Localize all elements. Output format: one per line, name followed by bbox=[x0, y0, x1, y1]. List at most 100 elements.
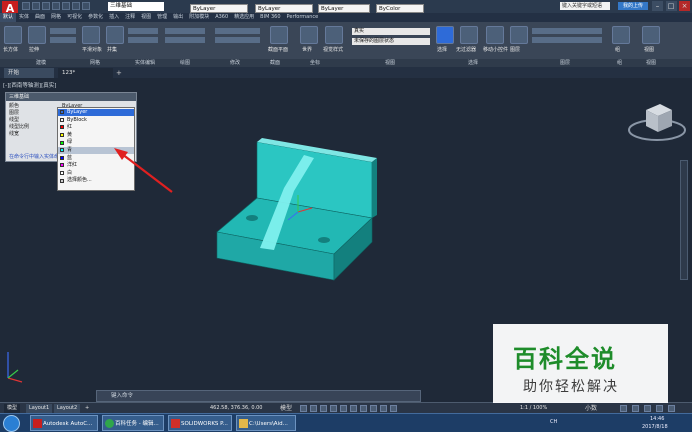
hardware-accel-icon[interactable] bbox=[644, 405, 651, 412]
task-browser[interactable]: 百科任务 - 编辑... bbox=[102, 415, 164, 431]
input-language[interactable]: CH bbox=[550, 419, 557, 425]
search-input[interactable]: 键入关键字或短语 bbox=[560, 2, 610, 10]
transparency-icon[interactable] bbox=[370, 405, 377, 412]
snap-icon[interactable] bbox=[310, 405, 317, 412]
tab-default[interactable]: 默认 bbox=[0, 13, 17, 22]
customize-icon[interactable] bbox=[668, 405, 675, 412]
units-label[interactable]: 小数 bbox=[585, 404, 597, 413]
annotation-scale[interactable]: 1:1 / 100% bbox=[520, 404, 547, 413]
tab-parametric[interactable]: 参数化 bbox=[85, 13, 106, 22]
tab-mesh[interactable]: 网格 bbox=[48, 13, 64, 22]
tab-visualize[interactable]: 可视化 bbox=[64, 13, 85, 22]
tab-addins[interactable]: 附加模块 bbox=[186, 13, 212, 22]
maximize-button[interactable]: □ bbox=[665, 1, 677, 11]
lineweight-combo[interactable]: ByLayer bbox=[318, 4, 370, 13]
color-option[interactable]: ByLayer bbox=[58, 109, 134, 116]
3d-osnap-icon[interactable] bbox=[390, 405, 397, 412]
draw-tools-2[interactable] bbox=[165, 37, 205, 43]
undo-icon[interactable] bbox=[72, 2, 80, 10]
mesh-tools-2[interactable] bbox=[50, 37, 76, 43]
print-icon[interactable] bbox=[62, 2, 70, 10]
ortho-icon[interactable] bbox=[320, 405, 327, 412]
modify-tools[interactable] bbox=[215, 28, 260, 34]
save-as-icon[interactable] bbox=[52, 2, 60, 10]
color-option[interactable]: 黄 bbox=[58, 132, 134, 139]
3d-l-bracket-model[interactable] bbox=[212, 130, 387, 290]
tab-insert[interactable]: 插入 bbox=[106, 13, 122, 22]
grid-icon[interactable] bbox=[300, 405, 307, 412]
cursor-icon[interactable] bbox=[436, 26, 454, 44]
task-solidworks[interactable]: SOLIDWORKS P... bbox=[168, 415, 232, 431]
tab-annotate[interactable]: 注释 bbox=[122, 13, 138, 22]
color-option[interactable]: 红 bbox=[58, 124, 134, 131]
command-line-input[interactable]: 键入命令 bbox=[96, 390, 421, 402]
tab-solid[interactable]: 实体 bbox=[16, 13, 32, 22]
modify-tools-2[interactable] bbox=[215, 37, 260, 43]
palette-title[interactable]: 三维基础 bbox=[6, 93, 136, 101]
tab-layout1[interactable]: Layout1 bbox=[26, 404, 53, 413]
new-tab-button[interactable]: + bbox=[116, 68, 124, 78]
smooth-icon[interactable] bbox=[82, 26, 100, 44]
ucs-icon[interactable] bbox=[300, 26, 318, 44]
viewport-controls[interactable]: [-][西南等轴测][真实] bbox=[3, 81, 56, 89]
workspace-switch-icon[interactable] bbox=[620, 405, 627, 412]
mesh-tools[interactable] bbox=[50, 28, 76, 34]
extrude-icon[interactable] bbox=[28, 26, 46, 44]
tab-featured-apps[interactable]: 精选应用 bbox=[231, 13, 257, 22]
new-layout-button[interactable]: + bbox=[82, 404, 92, 413]
solid-edit-tools[interactable] bbox=[128, 28, 158, 34]
workspace-combo[interactable]: 三维基础 bbox=[108, 2, 164, 11]
navigation-bar[interactable] bbox=[680, 160, 688, 280]
filter-icon[interactable] bbox=[460, 26, 478, 44]
new-icon[interactable] bbox=[22, 2, 30, 10]
close-button[interactable]: × bbox=[679, 1, 690, 11]
model-space-label[interactable]: 模型 bbox=[280, 404, 292, 413]
layer-tools[interactable] bbox=[532, 28, 602, 34]
union-icon[interactable] bbox=[106, 26, 124, 44]
redo-icon[interactable] bbox=[82, 2, 90, 10]
group-icon[interactable] bbox=[612, 26, 630, 44]
tab-a360[interactable]: A360 bbox=[212, 13, 231, 22]
tab-start[interactable]: 开始 bbox=[4, 68, 54, 78]
signin-button[interactable]: 我的上传 bbox=[618, 2, 648, 10]
start-button[interactable] bbox=[3, 415, 20, 432]
color-option[interactable]: ByBlock bbox=[58, 117, 134, 124]
section-plane-icon[interactable] bbox=[270, 26, 288, 44]
tab-view[interactable]: 视图 bbox=[138, 13, 154, 22]
color-combo[interactable]: ByLayer bbox=[190, 4, 248, 13]
save-icon[interactable] bbox=[42, 2, 50, 10]
view-icon[interactable] bbox=[642, 26, 660, 44]
open-icon[interactable] bbox=[32, 2, 40, 10]
minimize-button[interactable]: – bbox=[652, 1, 663, 11]
layer-tools-2[interactable] bbox=[532, 37, 602, 43]
osnap-icon[interactable] bbox=[340, 405, 347, 412]
tab-layout2[interactable]: Layout2 bbox=[54, 404, 81, 413]
box-icon[interactable] bbox=[4, 26, 22, 44]
solid-edit-tools-2[interactable] bbox=[128, 37, 158, 43]
viewcube-icon[interactable] bbox=[626, 96, 688, 158]
palette-help-link[interactable]: 在命令行中输入实体命令 bbox=[9, 153, 64, 160]
linetype-combo[interactable]: ByLayer bbox=[255, 4, 313, 13]
clock-time[interactable]: 14:46 bbox=[650, 416, 664, 422]
selection-cycling-icon[interactable] bbox=[380, 405, 387, 412]
tab-drawing-123[interactable]: 123* bbox=[58, 68, 113, 78]
visual-style-icon[interactable] bbox=[325, 26, 343, 44]
draw-tools[interactable] bbox=[165, 28, 205, 34]
tab-performance[interactable]: Performance bbox=[284, 13, 322, 22]
clean-screen-icon[interactable] bbox=[656, 405, 663, 412]
move-gizmo-icon[interactable] bbox=[486, 26, 504, 44]
tab-output[interactable]: 输出 bbox=[170, 13, 186, 22]
task-autocad[interactable]: Autodesk AutoC... bbox=[30, 415, 98, 431]
visual-style-combo[interactable]: 真实 bbox=[352, 28, 430, 35]
polar-icon[interactable] bbox=[330, 405, 337, 412]
otrack-icon[interactable] bbox=[350, 405, 357, 412]
isolate-icon[interactable] bbox=[632, 405, 639, 412]
tab-surface[interactable]: 曲面 bbox=[32, 13, 48, 22]
tab-model[interactable]: 模型 bbox=[4, 404, 21, 413]
tab-bim360[interactable]: BIM 360 bbox=[257, 13, 283, 22]
lineweight-icon[interactable] bbox=[360, 405, 367, 412]
layer-state-combo[interactable]: 未保存的图层状态 bbox=[352, 38, 430, 45]
clock-date[interactable]: 2017/8/18 bbox=[642, 424, 668, 430]
task-explorer[interactable]: C:\Users\Aid... bbox=[236, 415, 296, 431]
plotstyle-combo[interactable]: ByColor bbox=[376, 4, 424, 13]
